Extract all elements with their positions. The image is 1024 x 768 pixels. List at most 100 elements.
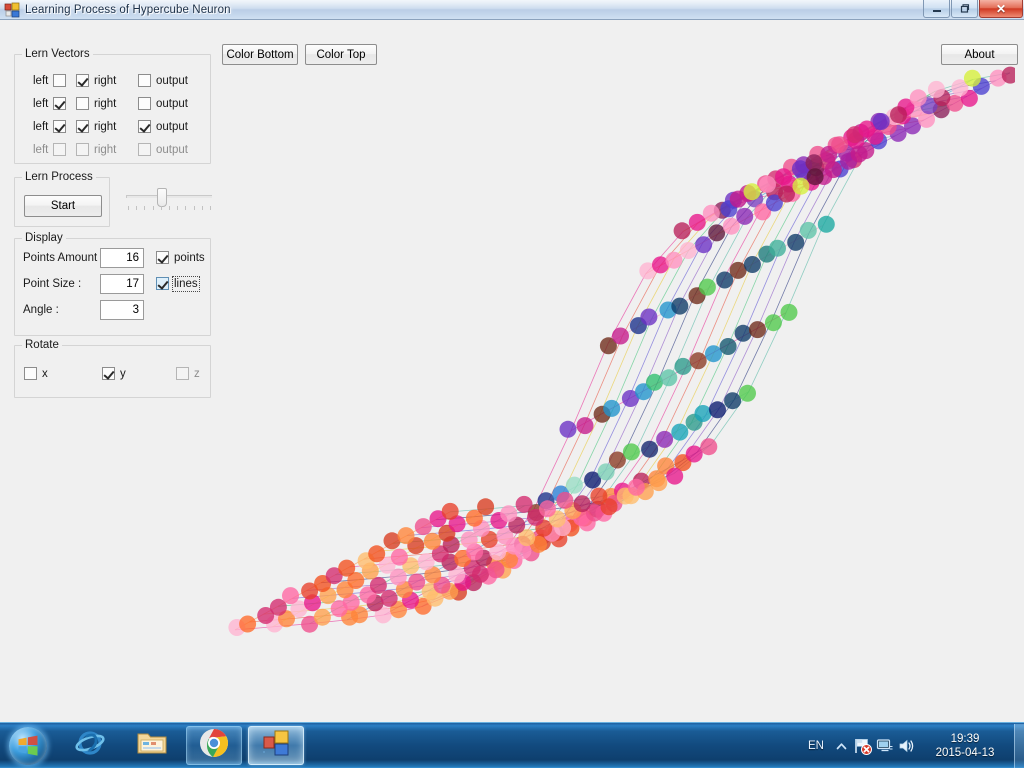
- restore-button[interactable]: [951, 0, 978, 18]
- data-point: [909, 89, 927, 107]
- data-point: [390, 548, 408, 566]
- taskbar-item-internet-explorer[interactable]: [62, 726, 118, 765]
- close-button[interactable]: ✕: [979, 0, 1023, 18]
- learning-speed-slider[interactable]: [124, 184, 214, 212]
- checkbox-label: right: [94, 74, 117, 87]
- data-point: [673, 222, 691, 240]
- lern-vector-row-4-left[interactable]: left: [33, 143, 67, 156]
- rotate-y-checkbox[interactable]: y: [102, 367, 126, 380]
- lern-vector-row-3-right[interactable]: right: [76, 120, 116, 133]
- checkbox-label: x: [42, 367, 48, 380]
- data-point: [780, 303, 798, 321]
- data-point: [603, 399, 621, 417]
- checkbox-glyph: [53, 97, 67, 110]
- slider-thumb[interactable]: [157, 188, 167, 207]
- checkbox-glyph: [76, 97, 89, 110]
- action-center-flag-icon[interactable]: [853, 735, 873, 757]
- taskbar-item-google-chrome[interactable]: [186, 726, 242, 765]
- clock-date: 2015-04-13: [935, 747, 995, 759]
- points-amount-input[interactable]: 16: [100, 248, 144, 268]
- data-point: [369, 576, 387, 594]
- data-point: [576, 417, 594, 435]
- lern-vector-row-2-right[interactable]: right: [76, 97, 116, 110]
- lern-vector-row-1-right[interactable]: right: [76, 74, 116, 87]
- lines-checkbox[interactable]: lines: [156, 275, 200, 292]
- data-point: [792, 177, 810, 195]
- lern-process-legend: Lern Process: [22, 171, 96, 183]
- mesh-line: [449, 72, 1011, 513]
- checkbox-glyph: [176, 367, 189, 380]
- data-point: [666, 467, 684, 485]
- clock-time: 19:39: [950, 733, 980, 745]
- lern-vector-row-3-left[interactable]: left: [33, 120, 67, 133]
- checkbox-glyph: [53, 143, 67, 156]
- data-point: [408, 573, 426, 591]
- data-point: [650, 474, 668, 492]
- network-icon[interactable]: [875, 735, 895, 757]
- data-point: [441, 502, 459, 520]
- lern-vector-row-4-right[interactable]: right: [76, 143, 116, 156]
- taskbar-item-hypercube-neuron[interactable]: [248, 726, 304, 765]
- taskbar-item-windows-explorer[interactable]: [124, 726, 180, 765]
- start-button[interactable]: Start: [24, 195, 102, 217]
- folder-icon: [137, 730, 167, 761]
- checkbox-label: output: [156, 143, 188, 156]
- data-point: [627, 478, 645, 496]
- data-point: [559, 420, 577, 438]
- clock[interactable]: 19:39 2015-04-13: [922, 732, 1008, 760]
- checkbox-glyph: [138, 97, 151, 110]
- rotate-z-checkbox[interactable]: z: [176, 367, 200, 380]
- language-indicator[interactable]: EN: [808, 740, 824, 752]
- checkbox-glyph: [138, 143, 151, 156]
- title-bar[interactable]: Learning Process of Hypercube Neuron ✕: [0, 0, 1024, 20]
- checkbox-glyph: [76, 74, 89, 87]
- checkbox-label: output: [156, 120, 188, 133]
- data-point: [736, 207, 754, 225]
- hypercube-surface-plot[interactable]: [215, 60, 1015, 710]
- data-point: [313, 608, 331, 626]
- lern-vector-row-4-output[interactable]: output: [138, 143, 188, 156]
- lern-vector-row-2-left[interactable]: left: [33, 97, 67, 110]
- checkbox-label: points: [174, 251, 205, 264]
- rotate-x-checkbox[interactable]: x: [24, 367, 48, 380]
- lern-vectors-legend: Lern Vectors: [22, 48, 93, 60]
- point-size-input[interactable]: 17: [100, 274, 144, 294]
- window-title: Learning Process of Hypercube Neuron: [25, 3, 231, 16]
- checkbox-label: left: [33, 74, 49, 87]
- checkbox-glyph: [53, 74, 67, 87]
- data-point: [515, 495, 533, 513]
- data-point: [831, 136, 849, 154]
- chrome-icon: [199, 728, 229, 763]
- checkbox-glyph: [76, 143, 89, 156]
- show-hidden-icons-button[interactable]: [831, 735, 851, 757]
- checkbox-glyph: [102, 367, 115, 380]
- lern-vector-row-3-output[interactable]: output: [138, 120, 188, 133]
- checkbox-glyph: [53, 120, 67, 133]
- points-checkbox[interactable]: points: [156, 251, 205, 264]
- data-point: [641, 440, 659, 458]
- lern-vector-row-2-output[interactable]: output: [138, 97, 188, 110]
- lern-vector-row-1-left[interactable]: left: [33, 74, 67, 87]
- data-point: [665, 251, 683, 269]
- checkbox-glyph: [156, 277, 169, 290]
- volume-icon[interactable]: [897, 735, 917, 757]
- data-point: [694, 405, 712, 422]
- show-desktop-button[interactable]: [1014, 724, 1024, 768]
- data-point: [565, 476, 583, 494]
- data-point: [380, 589, 398, 607]
- data-point: [743, 256, 761, 273]
- slider-track: [126, 195, 212, 198]
- data-point: [660, 369, 678, 387]
- data-point: [872, 113, 890, 130]
- lern-vector-row-1-output[interactable]: output: [138, 74, 188, 87]
- data-point: [778, 185, 795, 203]
- checkbox-label: left: [33, 120, 49, 133]
- start-button[interactable]: [2, 724, 54, 767]
- data-point: [622, 443, 640, 461]
- angle-input[interactable]: 3: [100, 300, 144, 320]
- data-point: [850, 145, 868, 163]
- data-point: [556, 491, 574, 509]
- minimize-button[interactable]: [923, 0, 950, 18]
- data-point: [239, 615, 257, 633]
- data-point: [612, 327, 629, 345]
